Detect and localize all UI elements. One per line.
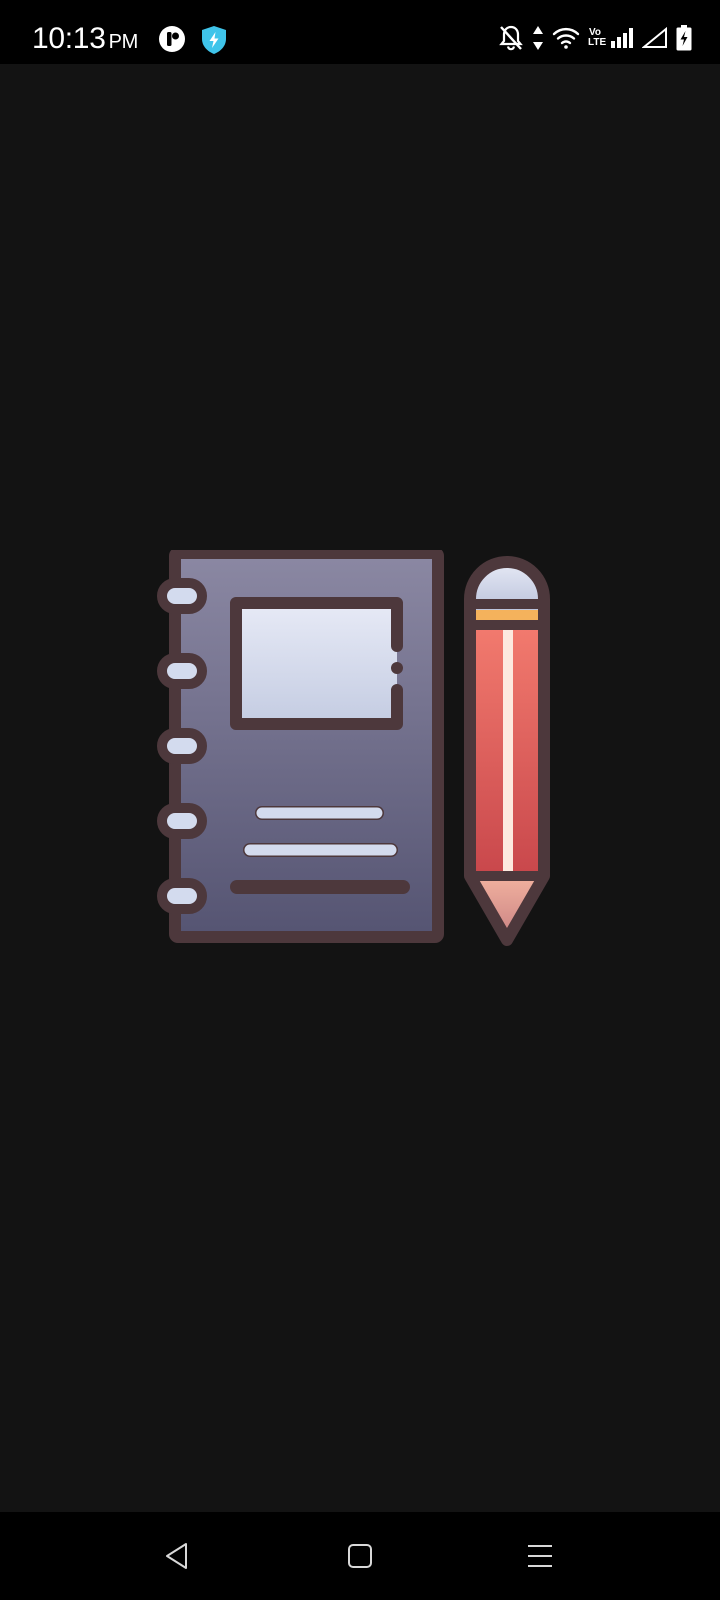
back-icon[interactable] xyxy=(160,1538,196,1574)
recents-icon[interactable] xyxy=(522,1538,558,1574)
data-arrows-icon xyxy=(532,25,544,51)
notebook-label xyxy=(236,603,397,724)
pencil xyxy=(464,556,550,946)
volte-icon: Vo LTE xyxy=(588,27,607,48)
wifi-icon xyxy=(552,26,580,50)
app-badge-icon xyxy=(158,25,186,55)
clock-time: 10:13 xyxy=(32,22,106,55)
home-icon[interactable] xyxy=(342,1538,378,1574)
signal-empty-icon xyxy=(642,27,668,49)
battery-charging-icon xyxy=(676,25,692,51)
status-bar: 10:13 PM Vo LTE xyxy=(0,0,720,64)
signal-icon xyxy=(610,27,634,49)
status-clock: 10:13 PM xyxy=(32,22,138,56)
splash-logo xyxy=(155,547,565,970)
volte-label: Vo LTE xyxy=(588,27,607,48)
notebook-pencil-icon xyxy=(157,547,550,946)
shield-bolt-icon xyxy=(200,25,228,55)
notifications-off-icon xyxy=(498,24,524,52)
clock-ampm: PM xyxy=(108,31,139,53)
navigation-bar xyxy=(0,1512,720,1600)
